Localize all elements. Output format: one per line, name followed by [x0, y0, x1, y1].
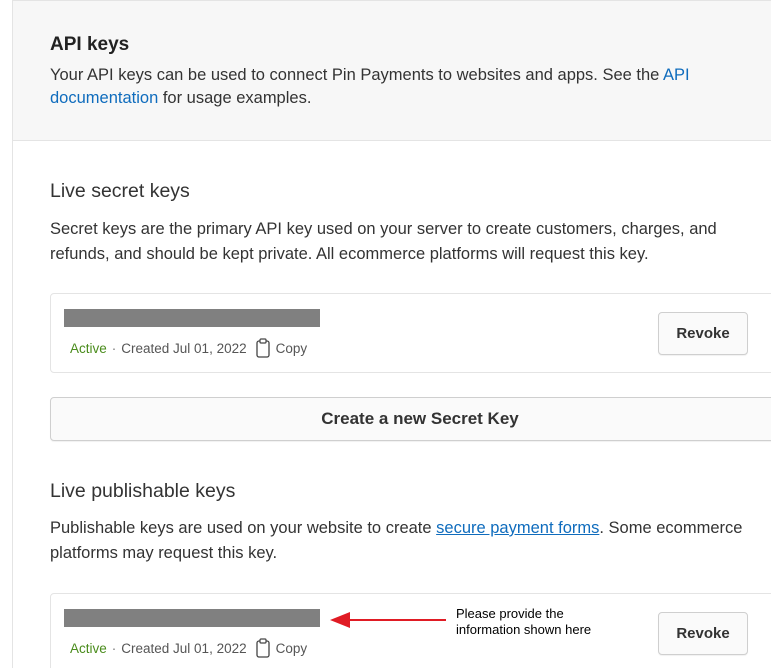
copy-secret-key-button[interactable]: Copy	[276, 341, 308, 356]
status-badge: Active	[70, 340, 107, 356]
masked-secret-key	[64, 309, 320, 327]
separator: ·	[111, 640, 117, 656]
clipboard-icon[interactable]	[255, 338, 270, 358]
publishable-key-meta: Active · Created Jul 01, 2022 Copy	[70, 638, 307, 658]
created-date: Created Jul 01, 2022	[121, 340, 247, 356]
secure-payment-forms-link[interactable]: secure payment forms	[436, 519, 599, 537]
annotation-line-1: Please provide the	[456, 606, 564, 621]
secret-key-card: Active · Created Jul 01, 2022 Copy Revok…	[50, 293, 771, 373]
status-badge: Active	[70, 640, 107, 656]
masked-publishable-key	[64, 609, 320, 627]
secret-keys-description: Secret keys are the primary API key used…	[50, 220, 717, 263]
page-title: API keys	[50, 34, 130, 55]
clipboard-icon[interactable]	[255, 638, 270, 658]
separator: ·	[111, 340, 117, 356]
revoke-publishable-key-button[interactable]: Revoke	[658, 612, 748, 655]
header-desc-text-end: for usage examples.	[158, 89, 312, 107]
annotation-line-2: information shown here	[456, 622, 592, 637]
revoke-secret-key-button[interactable]: Revoke	[658, 312, 748, 355]
publishable-keys-title: Live publishable keys	[50, 480, 236, 502]
create-secret-key-button[interactable]: Create a new Secret Key	[50, 397, 771, 441]
header-desc-text: Your API keys can be used to connect Pin…	[50, 66, 664, 84]
secret-key-meta: Active · Created Jul 01, 2022 Copy	[70, 338, 307, 358]
publishable-keys-description: Publishable keys are used on your websit…	[50, 516, 765, 566]
annotation-note: Please provide the information shown her…	[456, 606, 591, 638]
created-date: Created Jul 01, 2022	[121, 640, 247, 656]
secret-keys-title: Live secret keys	[50, 180, 190, 202]
header-description: Your API keys can be used to connect Pin…	[50, 64, 750, 110]
publishable-desc-text: Publishable keys are used on your websit…	[50, 519, 437, 537]
copy-publishable-key-button[interactable]: Copy	[276, 641, 308, 656]
